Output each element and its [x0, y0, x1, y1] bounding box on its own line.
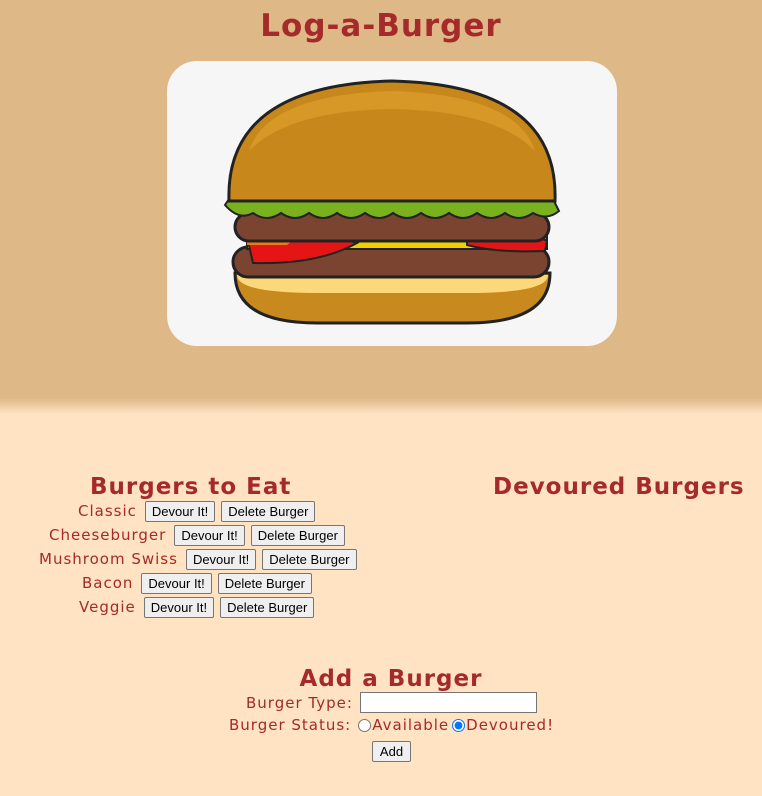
status-devoured-label: Devoured! [466, 716, 555, 734]
status-available-radio[interactable] [358, 718, 372, 732]
devour-button[interactable]: Devour It! [144, 500, 216, 522]
delete-burger-button[interactable]: Delete Burger [217, 572, 312, 594]
devour-button[interactable]: Devour It! [143, 596, 215, 618]
list-item: Veggie Devour It! Delete Burger [79, 595, 320, 619]
list-item: Classic Devour It! Delete Burger [78, 499, 321, 523]
burger-type-row: Burger Type: [246, 692, 537, 713]
devour-button[interactable]: Devour It! [141, 572, 212, 594]
burger-name: Mushroom Swiss [39, 550, 178, 568]
hamburger-icon [223, 79, 561, 325]
add-button[interactable]: Add [372, 741, 411, 762]
header: Log-a-Burger [0, 0, 762, 414]
list-item: Cheeseburger Devour It! Delete Burger [49, 523, 351, 547]
page-title: Log-a-Burger [260, 8, 502, 44]
burger-type-label: Burger Type: [246, 693, 353, 712]
delete-burger-button[interactable]: Delete Burger [262, 548, 357, 570]
devoured-burgers-heading: Devoured Burgers [493, 474, 745, 500]
burger-name: Veggie [79, 598, 136, 616]
delete-burger-button[interactable]: Delete Burger [220, 596, 315, 618]
burger-status-label: Burger Status: [229, 716, 352, 734]
delete-burger-button[interactable]: Delete Burger [221, 500, 316, 522]
status-devoured-radio[interactable] [452, 718, 466, 732]
list-item: Mushroom Swiss Devour It! Delete Burger [39, 547, 363, 571]
burger-name: Classic [78, 502, 137, 520]
burger-name: Cheeseburger [49, 526, 167, 544]
burger-name: Bacon [82, 574, 134, 592]
status-available-label: Available [372, 716, 450, 734]
delete-burger-button[interactable]: Delete Burger [250, 524, 345, 546]
burger-status-row: Burger Status: Available Devoured! [229, 716, 554, 734]
devour-button[interactable]: Devour It! [185, 548, 257, 570]
hero-image-card [167, 61, 617, 346]
add-burger-heading: Add a Burger [299, 666, 483, 692]
burgers-to-eat-heading: Burgers to Eat [90, 474, 292, 500]
burger-type-input[interactable] [359, 692, 537, 713]
devour-button[interactable]: Devour It! [174, 524, 245, 546]
list-item: Bacon Devour It! Delete Burger [82, 571, 318, 595]
